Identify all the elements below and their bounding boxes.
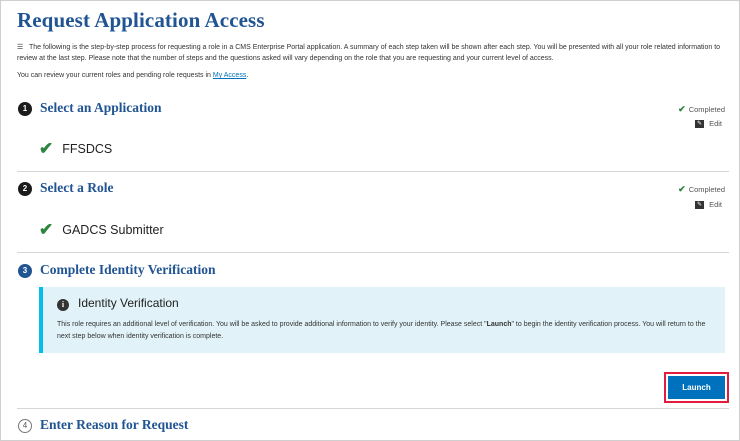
step-1-status: ✔ Completed xyxy=(678,104,725,115)
step-2-status-label: Completed xyxy=(688,185,725,194)
alert-body-bold: Launch xyxy=(486,321,512,328)
step-2-number: 2 xyxy=(18,182,32,196)
check-icon: ✔ xyxy=(39,139,54,158)
alert-heading: i Identity Verification xyxy=(57,296,179,311)
step-3-title: Complete Identity Verification xyxy=(40,262,216,277)
step-2-edit-label: Edit xyxy=(709,200,722,209)
step-divider xyxy=(17,252,729,253)
step-1-number: 1 xyxy=(18,102,32,116)
review-suffix: . xyxy=(246,72,249,79)
step-4-number: 4 xyxy=(18,419,32,433)
intro-text: ☰ The following is the step-by-step proce… xyxy=(17,42,729,64)
page-title: Request Application Access xyxy=(17,8,265,32)
step-1-edit-button[interactable]: ✎ Edit xyxy=(695,119,722,129)
edit-icon: ✎ xyxy=(695,120,705,129)
identity-verification-alert: i Identity Verification This role require… xyxy=(39,287,725,353)
launch-button[interactable]: Launch xyxy=(668,376,725,399)
alert-body: This role requires an additional level o… xyxy=(57,319,717,342)
intro-body: The following is the step-by-step proces… xyxy=(17,44,721,62)
step-1-edit-label: Edit xyxy=(709,119,722,128)
info-icon: i xyxy=(57,299,69,311)
step-4-title: Enter Reason for Request xyxy=(40,417,189,432)
check-icon: ✔ xyxy=(39,220,54,239)
step-2-title: Select a Role xyxy=(40,180,114,195)
alert-body-part1: This role requires an additional level o… xyxy=(57,321,487,328)
step-2-selection-value: GADCS Submitter xyxy=(62,223,164,237)
step-2-status: ✔ Completed xyxy=(678,184,725,195)
step-divider xyxy=(17,408,729,409)
step-1-selection: ✔ FFSDCS xyxy=(39,138,112,158)
page-frame: Request Application Access ☰ The followin… xyxy=(0,0,740,441)
list-icon: ☰ xyxy=(17,44,24,51)
review-text: You can review your current roles and pe… xyxy=(17,72,248,79)
step-2-edit-button[interactable]: ✎ Edit xyxy=(695,200,722,210)
my-access-link[interactable]: My Access xyxy=(213,72,246,79)
alert-heading-text: Identity Verification xyxy=(78,296,179,310)
review-prefix: You can review your current roles and pe… xyxy=(17,72,211,79)
check-icon: ✔ xyxy=(678,184,686,194)
step-3-number: 3 xyxy=(18,264,32,278)
step-1-selection-value: FFSDCS xyxy=(62,142,113,156)
edit-icon: ✎ xyxy=(695,201,705,210)
launch-button-highlight: Launch xyxy=(664,372,729,403)
step-1-title: Select an Application xyxy=(40,100,162,115)
step-divider xyxy=(17,171,729,172)
step-2-selection: ✔ GADCS Submitter xyxy=(39,219,164,239)
step-1-status-label: Completed xyxy=(688,105,725,114)
check-icon: ✔ xyxy=(678,104,686,114)
